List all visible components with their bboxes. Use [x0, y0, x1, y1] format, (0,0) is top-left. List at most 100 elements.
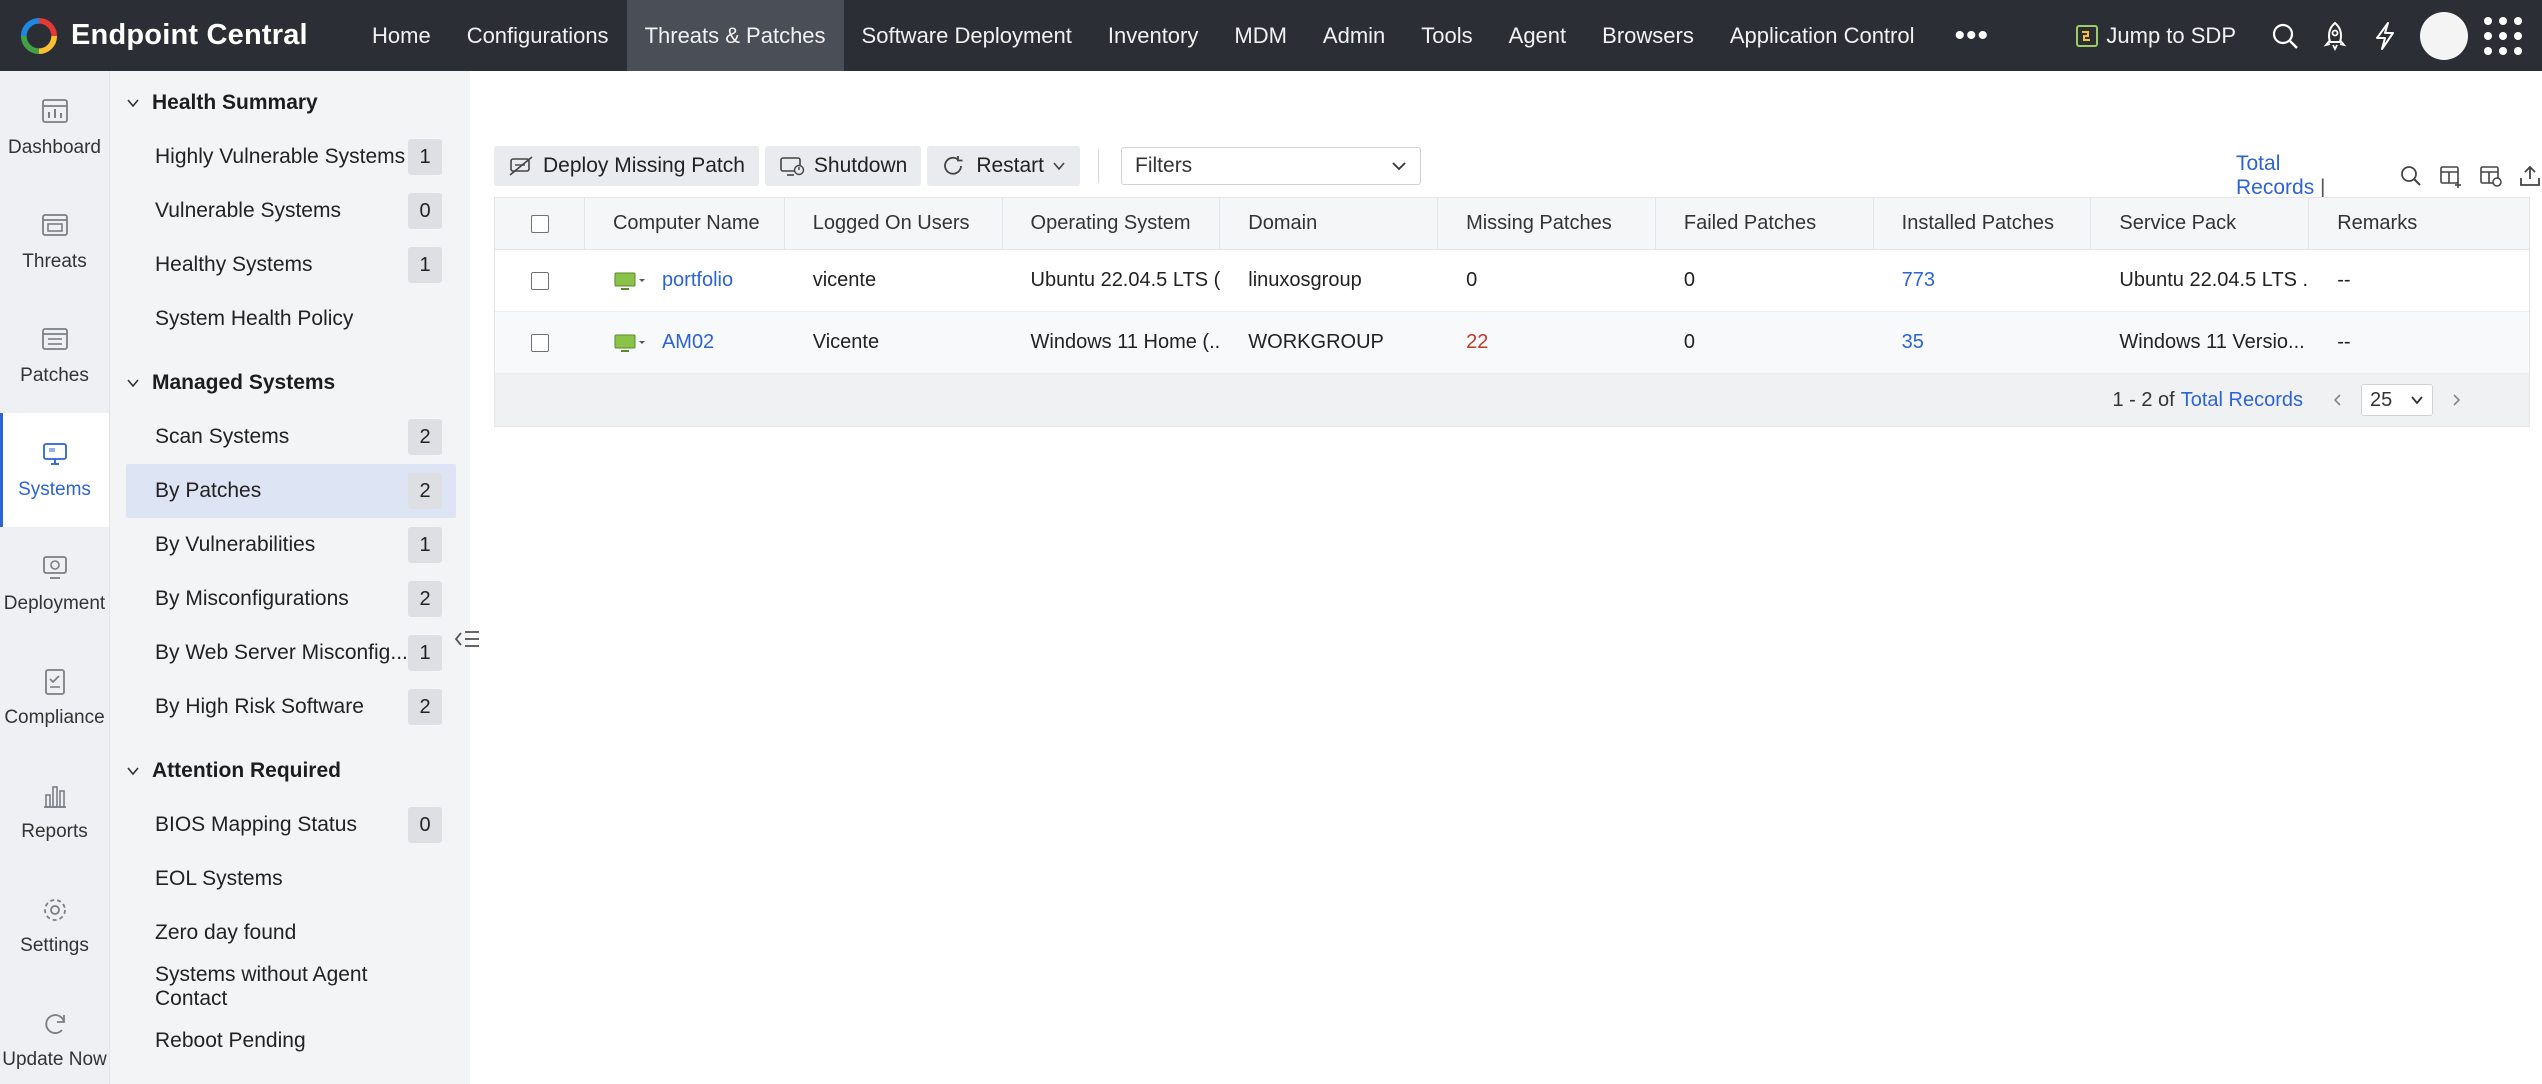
col-operating-system[interactable]: Operating System	[1003, 197, 1221, 250]
count-badge: 0	[408, 807, 442, 843]
systems-submenu: Health Summary Highly Vulnerable Systems…	[110, 71, 470, 1084]
rail-patches[interactable]: Patches	[0, 299, 109, 413]
rail-threats[interactable]: Threats	[0, 185, 109, 299]
nav-home[interactable]: Home	[354, 0, 449, 71]
deploy-missing-patch-button[interactable]: Deploy Missing Patch	[494, 146, 759, 186]
user-avatar[interactable]	[2420, 11, 2468, 60]
shutdown-label: Shutdown	[813, 154, 908, 177]
menu-highly-vulnerable-systems[interactable]: Highly Vulnerable Systems 1	[126, 130, 456, 184]
installed-patches-link[interactable]: 773	[1874, 269, 2092, 292]
table-row: portfolio vicente Ubuntu 22.04.5 LTS (..…	[495, 250, 2529, 312]
menu-eol-systems[interactable]: EOL Systems	[126, 852, 456, 906]
menu-label: Highly Vulnerable Systems	[155, 145, 406, 168]
nav-threats-patches[interactable]: Threats & Patches	[626, 0, 844, 71]
menu-by-vulnerabilities[interactable]: By Vulnerabilities 1	[126, 518, 456, 572]
computer-name-link[interactable]: AM02	[662, 331, 714, 354]
menu-label: By Web Server Misconfig...	[155, 641, 408, 664]
menu-systems-without-agent-contact[interactable]: Systems without Agent Contact	[126, 960, 456, 1014]
rail-dashboard[interactable]: Dashboard	[0, 71, 109, 185]
computer-name-link[interactable]: portfolio	[662, 269, 733, 292]
column-chooser-icon[interactable]	[2439, 163, 2463, 189]
nav-configurations[interactable]: Configurations	[449, 0, 627, 71]
col-logged-on-users[interactable]: Logged On Users	[785, 197, 1003, 250]
rail-deployment[interactable]: Deployment	[0, 527, 109, 641]
restart-button[interactable]: Restart	[927, 146, 1081, 186]
menu-reboot-pending[interactable]: Reboot Pending	[126, 1014, 456, 1068]
menu-zero-day-found[interactable]: Zero day found	[126, 906, 456, 960]
section-health-summary[interactable]: Health Summary	[110, 76, 470, 130]
nav-software-deployment[interactable]: Software Deployment	[844, 0, 1090, 71]
chevron-down-icon	[127, 379, 139, 388]
prev-page-icon[interactable]	[2331, 393, 2345, 407]
nav-tools[interactable]: Tools	[1403, 0, 1490, 71]
os-cell: Windows 11 Home (...	[1030, 331, 1221, 353]
restart-label: Restart	[976, 154, 1045, 177]
count-badge: 2	[408, 473, 442, 509]
section-attention-required[interactable]: Attention Required	[110, 744, 470, 798]
more-menu-icon[interactable]: •••	[1933, 0, 2012, 71]
app-grid-icon[interactable]	[2484, 16, 2522, 55]
search-icon[interactable]	[2261, 12, 2309, 60]
computer-status-icon[interactable]	[613, 331, 647, 355]
shutdown-button[interactable]: Shutdown	[764, 146, 922, 186]
menu-label: System Health Policy	[155, 307, 354, 330]
nav-mdm[interactable]: MDM	[1216, 0, 1305, 71]
menu-by-patches[interactable]: By Patches 2	[126, 464, 456, 518]
rail-update-now[interactable]: Update Now	[0, 983, 109, 1084]
nav-browsers[interactable]: Browsers	[1584, 0, 1712, 71]
select-all-checkbox[interactable]	[531, 214, 549, 233]
menu-healthy-systems[interactable]: Healthy Systems 1	[126, 238, 456, 292]
menu-scan-systems[interactable]: Scan Systems 2	[126, 410, 456, 464]
menu-label: By Misconfigurations	[155, 587, 349, 610]
col-computer-name[interactable]: Computer Name	[585, 197, 785, 250]
table-tools: Total Records |	[2236, 152, 2542, 199]
chevron-down-icon	[1392, 162, 1406, 171]
filters-dropdown[interactable]: Filters	[1121, 147, 1422, 185]
domain-cell: linuxosgroup	[1248, 269, 1362, 291]
col-service-pack[interactable]: Service Pack	[2091, 197, 2310, 250]
menu-system-health-policy[interactable]: System Health Policy	[126, 292, 456, 346]
rail-systems[interactable]: Systems	[0, 413, 109, 527]
export-icon[interactable]	[2519, 163, 2542, 189]
col-domain[interactable]: Domain	[1220, 197, 1439, 250]
main-nav: Home Configurations Threats & Patches So…	[354, 0, 2011, 71]
col-failed-patches[interactable]: Failed Patches	[1656, 197, 1874, 250]
row-checkbox[interactable]	[531, 333, 549, 352]
rail-reports[interactable]: Reports	[0, 755, 109, 869]
col-remarks[interactable]: Remarks	[2309, 198, 2529, 250]
rail-compliance[interactable]: Compliance	[0, 641, 109, 755]
installed-patches-link[interactable]: 35	[1874, 331, 2092, 354]
menu-by-web-server-misconfig[interactable]: By Web Server Misconfig... 1	[126, 626, 456, 680]
rail-label: Reports	[21, 821, 88, 842]
pager-total-records-link[interactable]: Total Records	[2181, 389, 2303, 412]
rail-settings[interactable]: Settings	[0, 869, 109, 983]
nav-application-control[interactable]: Application Control	[1712, 0, 1933, 71]
count-badge: 2	[408, 689, 442, 725]
menu-vulnerable-systems[interactable]: Vulnerable Systems 0	[126, 184, 456, 238]
col-installed-patches[interactable]: Installed Patches	[1874, 197, 2092, 250]
collapse-sidebar-icon[interactable]	[452, 624, 482, 654]
rail-label: Systems	[18, 479, 91, 500]
table-settings-icon[interactable]	[2479, 163, 2503, 189]
menu-by-high-risk-software[interactable]: By High Risk Software 2	[126, 680, 456, 734]
menu-bios-mapping-status[interactable]: BIOS Mapping Status 0	[126, 798, 456, 852]
brand[interactable]: Endpoint Central	[0, 0, 340, 71]
next-page-icon[interactable]	[2449, 393, 2463, 407]
nav-agent[interactable]: Agent	[1491, 0, 1585, 71]
menu-by-misconfigurations[interactable]: By Misconfigurations 2	[126, 572, 456, 626]
jump-to-sdp-link[interactable]: Jump to SDP	[2076, 23, 2236, 49]
lightning-icon[interactable]	[2361, 12, 2409, 60]
nav-inventory[interactable]: Inventory	[1090, 0, 1217, 71]
per-page-select[interactable]: 25	[2361, 384, 2433, 416]
section-managed-systems[interactable]: Managed Systems	[110, 356, 470, 410]
missing-patches-link[interactable]: 22	[1438, 331, 1656, 354]
nav-admin[interactable]: Admin	[1305, 0, 1403, 71]
remarks-cell: --	[2337, 331, 2351, 353]
computer-status-icon[interactable]	[613, 269, 647, 293]
rocket-icon[interactable]	[2311, 12, 2359, 60]
table-search-icon[interactable]	[2399, 163, 2422, 189]
col-missing-patches[interactable]: Missing Patches	[1438, 197, 1656, 250]
total-records-link[interactable]: Total Records |	[2236, 152, 2361, 200]
per-page-value: 25	[2370, 388, 2393, 411]
row-checkbox[interactable]	[531, 271, 549, 290]
